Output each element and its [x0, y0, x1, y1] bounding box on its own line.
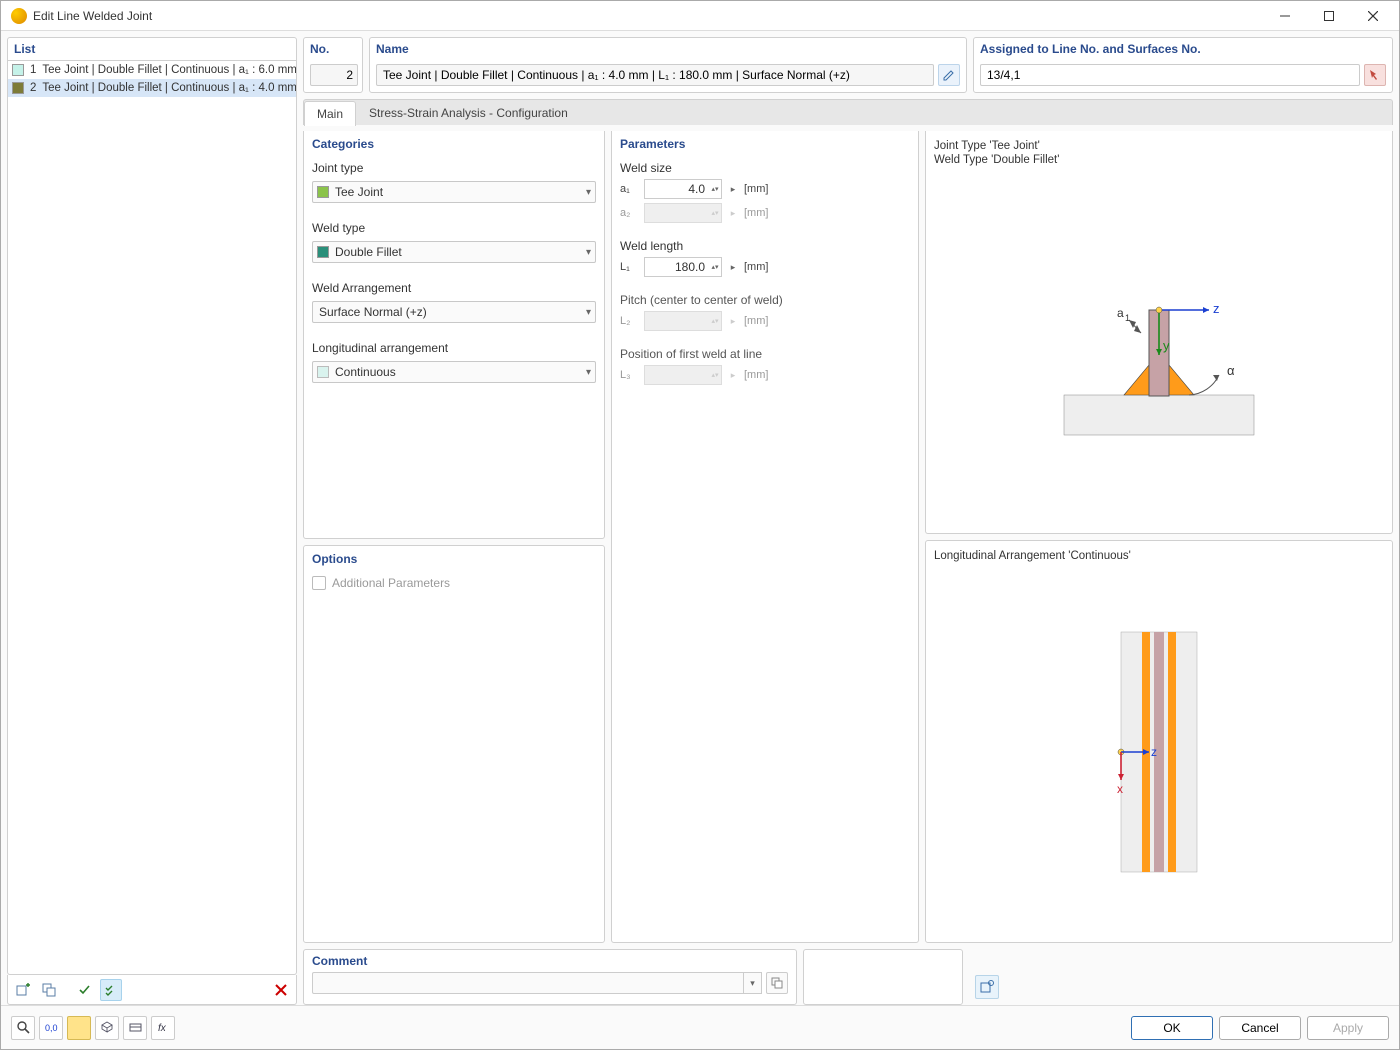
svg-text:z: z: [1151, 745, 1157, 759]
edit-name-button[interactable]: [938, 64, 960, 86]
svg-text:x: x: [1117, 782, 1123, 796]
check-button[interactable]: [74, 979, 96, 1001]
weld-type-select[interactable]: Double Fillet ▾: [312, 241, 596, 263]
tab-stress-strain[interactable]: Stress-Strain Analysis - Configuration: [356, 100, 581, 125]
arrangement-select[interactable]: Surface Normal (+z) ▾: [312, 301, 596, 323]
list-box[interactable]: 1 Tee Joint | Double Fillet | Continuous…: [7, 61, 297, 975]
joint-type-label: Joint type: [312, 161, 596, 175]
ok-button[interactable]: OK: [1131, 1016, 1213, 1040]
comment-dropdown[interactable]: ▾: [744, 972, 762, 994]
caret-icon: ▸: [728, 316, 738, 327]
cancel-button[interactable]: Cancel: [1219, 1016, 1301, 1040]
pick-button[interactable]: [1364, 64, 1386, 86]
weld-type-label: Weld type: [312, 221, 596, 235]
tab-bar: Main Stress-Strain Analysis - Configurat…: [303, 99, 1393, 125]
caret-icon[interactable]: ▸: [728, 184, 738, 195]
arrangement-label: Weld Arrangement: [312, 281, 596, 295]
model-button[interactable]: [95, 1016, 119, 1040]
svg-text:z: z: [1213, 301, 1220, 316]
close-button[interactable]: [1351, 1, 1395, 30]
chevron-down-icon: ▾: [586, 187, 591, 198]
chevron-down-icon: ▾: [586, 247, 591, 258]
list-item[interactable]: 2 Tee Joint | Double Fillet | Continuous…: [8, 79, 296, 97]
search-button[interactable]: [11, 1016, 35, 1040]
additional-params-label: Additional Parameters: [332, 576, 450, 590]
preview-caption-2: Longitudinal Arrangement 'Continuous': [934, 549, 1384, 563]
l2-input: ▴▾: [644, 311, 722, 331]
l1-label: L₁: [620, 261, 638, 273]
list-item-num: 2: [30, 82, 36, 94]
chevron-down-icon: ▾: [586, 307, 591, 318]
comment-input[interactable]: [312, 972, 744, 994]
svg-text:y: y: [1163, 338, 1170, 353]
position-first-label: Position of first weld at line: [620, 347, 910, 361]
pitch-label: Pitch (center to center of weld): [620, 293, 910, 307]
weld-length-label: Weld length: [620, 239, 910, 253]
parameters-title: Parameters: [612, 131, 918, 157]
list-item-num: 1: [30, 64, 36, 76]
caret-icon: ▸: [728, 208, 738, 219]
l3-label: L₃: [620, 369, 638, 381]
color-button[interactable]: [67, 1016, 91, 1040]
copy-item-button[interactable]: [38, 979, 60, 1001]
a1-label: a₁: [620, 183, 638, 195]
units-button[interactable]: 0,0: [39, 1016, 63, 1040]
caret-icon: ▸: [728, 370, 738, 381]
app-icon: [11, 8, 27, 24]
list-header: List: [7, 37, 297, 61]
preview-caption: Joint Type 'Tee Joint' Weld Type 'Double…: [934, 139, 1384, 167]
name-label: Name: [370, 38, 966, 60]
caret-icon[interactable]: ▸: [728, 262, 738, 273]
window-title: Edit Line Welded Joint: [33, 9, 1263, 23]
assigned-label: Assigned to Line No. and Surfaces No.: [974, 38, 1392, 60]
weld-size-label: Weld size: [620, 161, 910, 175]
list-item[interactable]: 1 Tee Joint | Double Fillet | Continuous…: [8, 61, 296, 79]
title-bar: Edit Line Welded Joint: [1, 1, 1399, 31]
a2-label: a₂: [620, 207, 638, 219]
joint-preview-image: z y a1 α: [934, 175, 1384, 525]
swatch-icon: [12, 64, 24, 76]
list-item-label: Tee Joint | Double Fillet | Continuous |…: [42, 64, 296, 76]
view-button[interactable]: [123, 1016, 147, 1040]
a2-input: ▴▾: [644, 203, 722, 223]
l1-input[interactable]: 180.0▴▾: [644, 257, 722, 277]
l2-label: L₂: [620, 315, 638, 327]
joint-type-select[interactable]: Tee Joint ▾: [312, 181, 596, 203]
additional-params-checkbox[interactable]: [312, 576, 326, 590]
longitudinal-label: Longitudinal arrangement: [312, 341, 596, 355]
longitudinal-select[interactable]: Continuous ▾: [312, 361, 596, 383]
assigned-input[interactable]: [980, 64, 1360, 86]
options-title: Options: [304, 546, 604, 572]
chevron-down-icon: ▾: [586, 367, 591, 378]
svg-text:α: α: [1227, 363, 1235, 378]
a1-input[interactable]: 4.0▴▾: [644, 179, 722, 199]
graphic-settings-button[interactable]: [975, 975, 999, 999]
minimize-button[interactable]: [1263, 1, 1307, 30]
svg-text:fx: fx: [158, 1023, 167, 1034]
swatch-icon: [12, 82, 24, 94]
svg-text:a: a: [1117, 306, 1124, 320]
no-input[interactable]: [310, 64, 358, 86]
tab-main[interactable]: Main: [304, 101, 356, 126]
categories-title: Categories: [304, 131, 604, 157]
no-label: No.: [304, 38, 362, 60]
apply-button[interactable]: Apply: [1307, 1016, 1389, 1040]
blank-panel: [803, 949, 963, 1005]
name-input[interactable]: [376, 64, 934, 86]
check-all-button[interactable]: [100, 979, 122, 1001]
list-item-label: Tee Joint | Double Fillet | Continuous |…: [42, 82, 296, 94]
delete-button[interactable]: [270, 979, 292, 1001]
arrangement-preview-image: z x: [934, 571, 1384, 935]
function-button[interactable]: fx: [151, 1016, 175, 1040]
svg-text:0,0: 0,0: [45, 1023, 58, 1033]
l3-input: ▴▾: [644, 365, 722, 385]
comment-library-button[interactable]: [766, 972, 788, 994]
maximize-button[interactable]: [1307, 1, 1351, 30]
new-item-button[interactable]: [12, 979, 34, 1001]
comment-title: Comment: [304, 950, 796, 972]
svg-text:1: 1: [1125, 313, 1130, 323]
